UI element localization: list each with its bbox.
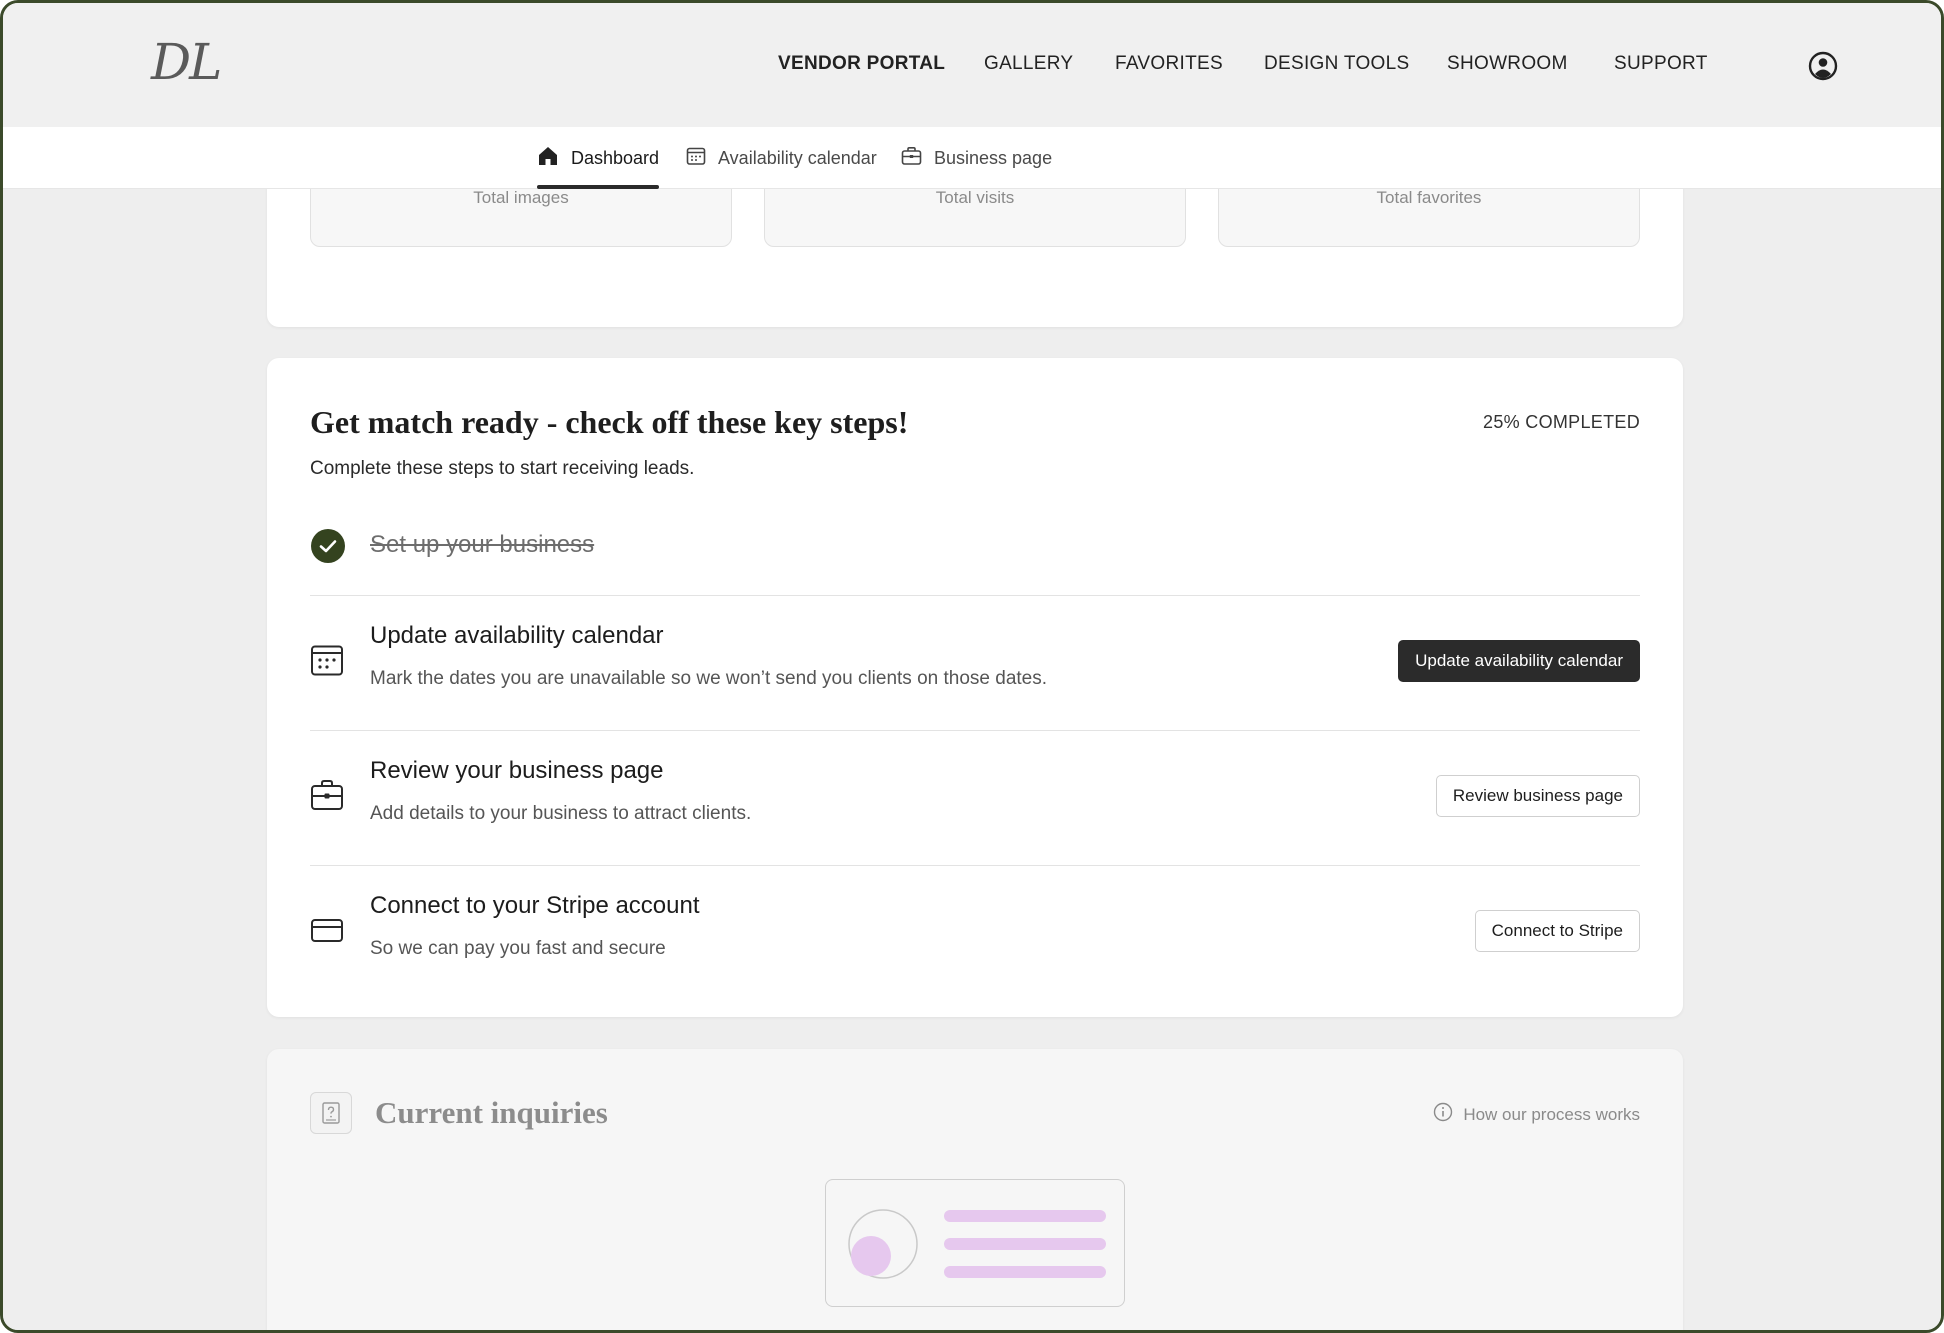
info-icon xyxy=(1433,1102,1453,1127)
step-divider xyxy=(310,730,1640,731)
account-circle-icon[interactable] xyxy=(1808,51,1838,81)
stat-label: Total images xyxy=(473,188,569,207)
current-inquiries-card: Current inquiries How our process works xyxy=(267,1049,1683,1330)
nav-vendor-portal[interactable]: VENDOR PORTAL xyxy=(778,53,945,75)
step-description: Mark the dates you are unavailable so we… xyxy=(370,668,1048,689)
step-divider xyxy=(310,865,1640,866)
step-set-up-business: Set up your business xyxy=(310,528,1640,578)
check-circle-icon xyxy=(310,528,346,569)
how-process-works-label: How our process works xyxy=(1463,1104,1640,1124)
app-window: DL VENDOR PORTAL GALLERY FAVORITES DESIG… xyxy=(0,0,1944,1333)
step-title: Update availability calendar xyxy=(370,622,664,649)
calendar-icon xyxy=(686,146,706,171)
calendar-icon xyxy=(310,643,344,682)
credit-card-icon xyxy=(310,913,344,952)
how-process-works-link[interactable]: How our process works xyxy=(1433,1102,1640,1127)
stat-label: Total favorites xyxy=(1376,188,1482,207)
tab-business-page[interactable]: Business page xyxy=(901,127,1052,189)
tab-dashboard[interactable]: Dashboard xyxy=(537,127,660,189)
stat-label: Total visits xyxy=(935,188,1015,207)
step-availability-calendar: Update availability calendar Mark the da… xyxy=(310,622,1640,722)
nav-showroom[interactable]: SHOWROOM xyxy=(1447,53,1568,75)
update-availability-calendar-button[interactable]: Update availability calendar xyxy=(1398,640,1640,682)
nav-favorites[interactable]: FAVORITES xyxy=(1115,53,1223,75)
briefcase-icon xyxy=(310,778,344,817)
step-title: Review your business page xyxy=(370,757,664,784)
onboarding-steps-card: Get match ready - check off these key st… xyxy=(267,358,1683,1017)
tab-dashboard-label: Dashboard xyxy=(571,147,660,168)
review-business-page-button[interactable]: Review business page xyxy=(1435,775,1640,817)
connect-to-stripe-button[interactable]: Connect to Stripe xyxy=(1474,910,1640,952)
nav-design-tools[interactable]: DESIGN TOOLS xyxy=(1264,53,1409,75)
step-description: So we can pay you fast and secure xyxy=(370,938,666,959)
sub-navigation: Dashboard Availability calendar Business… xyxy=(3,127,1941,189)
steps-subtitle: Complete these steps to start receiving … xyxy=(310,458,695,479)
primary-nav: VENDOR PORTAL GALLERY FAVORITES DESIGN T… xyxy=(3,53,1941,79)
tab-availability-calendar-label: Availability calendar xyxy=(718,147,877,168)
nav-gallery[interactable]: GALLERY xyxy=(984,53,1073,75)
step-business-page: Review your business page Add details to… xyxy=(310,757,1640,857)
steps-title: Get match ready - check off these key st… xyxy=(310,404,909,440)
question-document-icon xyxy=(310,1092,352,1134)
briefcase-icon xyxy=(901,146,922,171)
home-icon xyxy=(537,145,559,172)
main-content: Total images Total visits Total favorite… xyxy=(3,129,1941,1330)
step-stripe: Connect to your Stripe account So we can… xyxy=(310,892,1640,992)
tab-availability-calendar[interactable]: Availability calendar xyxy=(686,127,877,189)
steps-progress: 25% COMPLETED xyxy=(1483,412,1640,432)
step-title: Set up your business xyxy=(370,531,595,558)
tab-business-page-label: Business page xyxy=(934,147,1053,168)
inquiries-title: Current inquiries xyxy=(375,1095,608,1130)
step-description: Add details to your business to attract … xyxy=(370,803,752,824)
step-title: Connect to your Stripe account xyxy=(370,892,700,919)
top-navigation: DL VENDOR PORTAL GALLERY FAVORITES DESIG… xyxy=(3,3,1941,127)
nav-support[interactable]: SUPPORT xyxy=(1614,53,1708,75)
empty-state-illustration xyxy=(825,1179,1125,1307)
step-divider xyxy=(310,595,1640,596)
